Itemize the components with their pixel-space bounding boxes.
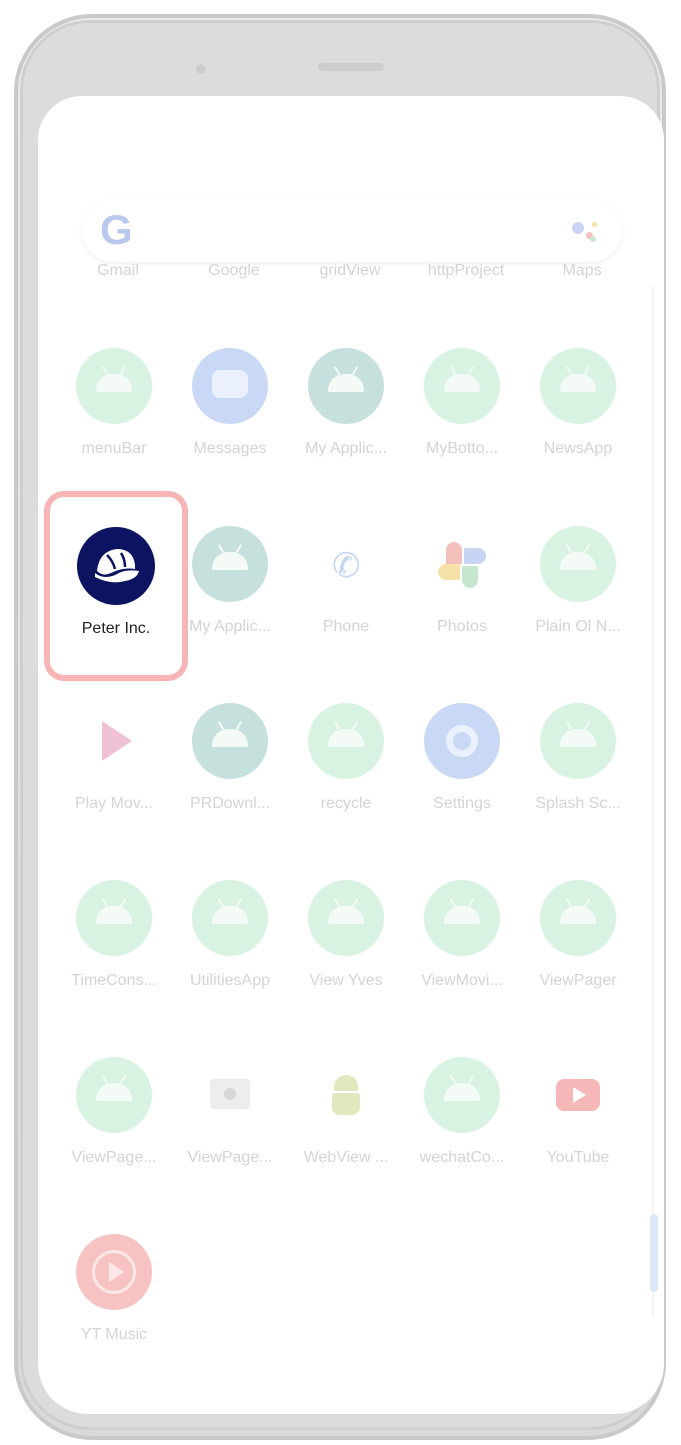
app-youtube[interactable]: YouTube	[520, 1057, 636, 1207]
app-photos[interactable]: Photos	[404, 526, 520, 676]
app-settings[interactable]: Settings	[404, 703, 520, 853]
android-icon	[540, 348, 616, 424]
app-label: ViewMovi...	[421, 972, 503, 989]
app-webview[interactable]: WebView ...	[288, 1057, 404, 1207]
app-label: Play Mov...	[75, 795, 153, 812]
android-icon	[308, 348, 384, 424]
app-label: YouTube	[546, 1149, 610, 1166]
app-label: ViewPager	[539, 972, 617, 989]
app-my-applic-1[interactable]: My Applic...	[288, 348, 404, 498]
front-camera	[196, 64, 206, 74]
app-prdownl[interactable]: PRDownl...	[172, 703, 288, 853]
app-mybotto[interactable]: MyBotto...	[404, 348, 520, 498]
app-grid: menuBar Messages My Applic... MyBotto...…	[38, 96, 664, 1414]
app-label-peter-inc[interactable]: Peter Inc.	[64, 620, 168, 638]
android-icon	[540, 526, 616, 602]
cap-icon[interactable]	[77, 527, 155, 605]
youtube-icon	[540, 1057, 616, 1133]
app-label: TimeCons...	[71, 972, 157, 989]
home-screen-app-drawer: G Gmail Google gridView httpProject Maps…	[38, 96, 664, 1414]
android-icon	[424, 880, 500, 956]
folder-icon	[192, 1057, 268, 1133]
android-icon	[76, 1057, 152, 1133]
android-icon	[308, 880, 384, 956]
android-robot-icon	[308, 1057, 384, 1133]
play-movies-icon	[76, 703, 152, 779]
app-label: recycle	[320, 795, 372, 812]
app-label: YT Music	[80, 1326, 148, 1343]
app-label: View Yves	[309, 972, 383, 989]
app-label: Settings	[433, 795, 491, 812]
app-viewpage-1[interactable]: ViewPage...	[56, 1057, 172, 1207]
app-plain-ol-n[interactable]: Plain Ol N...	[520, 526, 636, 676]
app-label: WebView ...	[303, 1149, 389, 1166]
app-splash-sc[interactable]: Splash Sc...	[520, 703, 636, 853]
app-label: wechatCo...	[419, 1149, 505, 1166]
app-label: menuBar	[81, 440, 147, 457]
app-timecons[interactable]: TimeCons...	[56, 880, 172, 1030]
earpiece-speaker	[318, 63, 384, 71]
app-label: NewsApp	[543, 440, 613, 457]
app-label: Phone	[322, 618, 370, 635]
android-icon	[424, 1057, 500, 1133]
app-my-applic-2[interactable]: My Applic...	[172, 526, 288, 676]
yt-music-icon	[76, 1234, 152, 1310]
app-yt-music[interactable]: YT Music	[56, 1234, 172, 1384]
app-label: UtilitiesApp	[189, 972, 271, 989]
android-icon	[76, 880, 152, 956]
app-viewmovi[interactable]: ViewMovi...	[404, 880, 520, 1030]
messages-icon	[192, 348, 268, 424]
android-icon	[192, 703, 268, 779]
app-viewpager[interactable]: ViewPager	[520, 880, 636, 1030]
app-label: Plain Ol N...	[535, 618, 621, 635]
app-view-yves[interactable]: View Yves	[288, 880, 404, 1030]
app-label: PRDownl...	[189, 795, 271, 812]
android-icon	[192, 880, 268, 956]
app-play-movies[interactable]: Play Mov...	[56, 703, 172, 853]
app-label: Splash Sc...	[535, 795, 621, 812]
app-wechatco[interactable]: wechatCo...	[404, 1057, 520, 1207]
android-icon	[308, 703, 384, 779]
app-newsapp[interactable]: NewsApp	[520, 348, 636, 498]
app-label: MyBotto...	[425, 440, 499, 457]
app-label: ViewPage...	[71, 1149, 157, 1166]
app-label: ViewPage...	[187, 1149, 273, 1166]
android-icon	[540, 703, 616, 779]
app-viewpage-2[interactable]: ViewPage...	[172, 1057, 288, 1207]
app-recycle[interactable]: recycle	[288, 703, 404, 853]
app-messages[interactable]: Messages	[172, 348, 288, 498]
photos-icon	[424, 526, 500, 602]
app-phone[interactable]: ✆ Phone	[288, 526, 404, 676]
app-label: My Applic...	[305, 440, 387, 457]
app-menubar[interactable]: menuBar	[56, 348, 172, 498]
app-label: Messages	[193, 440, 267, 457]
android-icon	[424, 348, 500, 424]
phone-icon: ✆	[308, 526, 384, 602]
android-icon	[76, 348, 152, 424]
app-label: Photos	[437, 618, 487, 635]
android-icon	[192, 526, 268, 602]
gear-icon	[424, 703, 500, 779]
app-utilitiesapp[interactable]: UtilitiesApp	[172, 880, 288, 1030]
android-icon	[540, 880, 616, 956]
